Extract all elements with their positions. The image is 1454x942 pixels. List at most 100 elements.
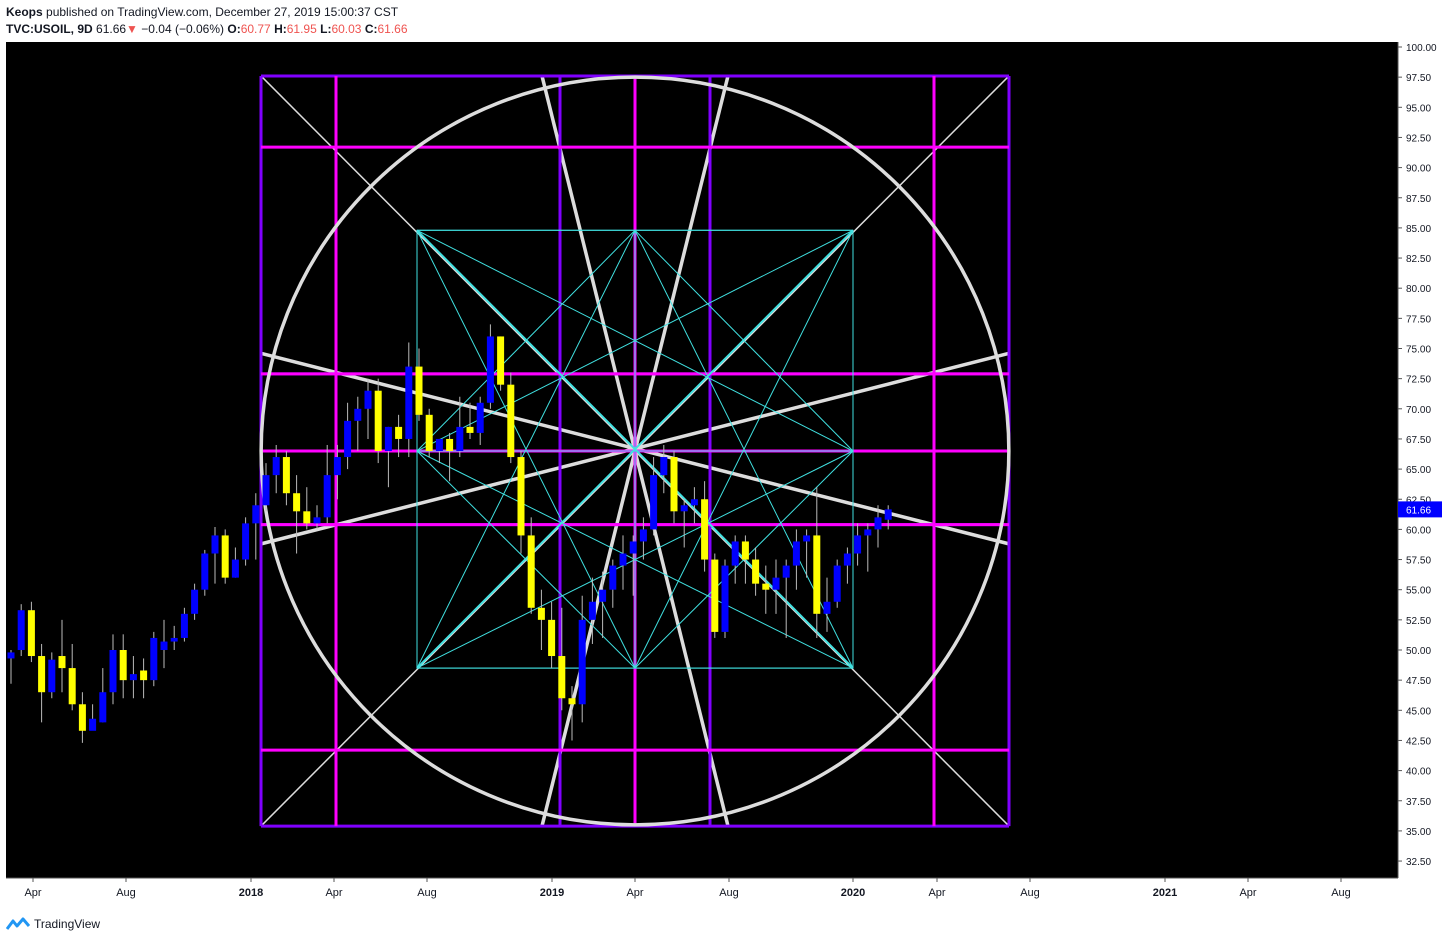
price-tick-label: 70.00 [1406,405,1431,416]
time-tick-label: Apr [626,887,643,899]
candle-body [619,553,627,566]
time-tick-label: Aug [1020,887,1040,899]
candle-body [813,535,821,614]
candle-body [680,505,688,512]
price-tick-label: 42.50 [1406,736,1431,747]
candle-body [221,535,229,578]
price-tick-label: 50.00 [1406,646,1431,657]
candle-body [874,517,882,530]
candle-body [854,535,862,554]
time-tick-label: Aug [1331,887,1351,899]
candle-body [17,610,25,650]
candle-body [425,414,433,452]
last-price-badge-label: 61.66 [1406,505,1431,516]
candle-body [466,426,474,433]
candle-body [180,613,188,638]
candle-body [48,659,56,693]
time-axis[interactable]: Apr Aug 2018 Apr Aug 2019 Apr Aug 2020 Apr Aug 2021… [6,877,1398,899]
candle-body [140,670,148,681]
candle-body [7,652,15,659]
price-tick-label: 57.50 [1406,556,1431,567]
candle-body [843,553,851,566]
candle-body [27,610,35,657]
candle-body [415,366,423,415]
candle-body [170,637,178,642]
candle-body [670,457,678,512]
candle-body [701,499,709,560]
candle-body [721,565,729,632]
price-tick-label: 92.50 [1406,133,1431,144]
time-tick-label: 2019 [540,887,564,899]
candle-body [476,402,484,433]
brand-name[interactable]: TradingView [34,917,100,931]
candle-body [282,457,290,494]
candle-body [599,589,607,602]
price-axis[interactable]: 100.00 97.50 95.00 92.50 90.00 87.50 85.00 82.5… [1397,42,1442,878]
candle-body [150,637,158,681]
price-tick-label: 47.50 [1406,676,1431,687]
candle-body [609,565,617,590]
candle-body [68,668,76,705]
candle-body [109,650,117,693]
time-tick-label: 2021 [1153,887,1177,899]
candle-body [803,535,811,542]
candle-body [537,607,545,620]
candle-body [262,475,270,506]
candle-body [833,565,841,602]
candle-body [690,499,698,506]
candle-body [864,529,872,536]
candle-body [548,619,556,657]
candle-body [527,535,535,608]
time-tick-label: Aug [719,887,739,899]
price-tick-label: 32.50 [1406,857,1431,868]
tradingview-logo-icon [6,917,30,930]
candle-body [711,559,719,632]
price-tick-label: 85.00 [1406,224,1431,235]
candle-body [191,589,199,614]
candle-body [293,493,301,512]
price-tick-label: 87.50 [1406,194,1431,205]
candle-body [119,650,127,681]
price-tick-label: 95.00 [1406,103,1431,114]
candle-body [272,457,280,476]
candle-body [507,384,515,458]
time-tick-label: Aug [417,887,437,899]
price-chart[interactable]: 100.00 97.50 95.00 92.50 90.00 87.50 85.00 82.5… [0,0,1454,942]
candle-body [58,656,66,669]
candle-body [558,656,566,699]
candle-body [395,426,403,439]
price-tick-label: 37.50 [1406,797,1431,808]
candle-body [588,601,596,620]
candle-body [741,541,749,560]
price-tick-label: 77.50 [1406,314,1431,325]
price-tick-label: 80.00 [1406,284,1431,295]
candle-body [99,692,107,723]
candle-body [752,559,760,584]
price-tick-label: 82.50 [1406,254,1431,265]
price-tick-label: 97.50 [1406,73,1431,84]
candle-body [252,505,260,524]
price-tick-label: 75.00 [1406,345,1431,356]
time-tick-label: 2018 [239,887,263,899]
candle-body [231,559,239,578]
candle-body [578,619,586,705]
price-tick-label: 45.00 [1406,706,1431,717]
geometric-overlay [259,74,1011,828]
candle-body [303,511,311,524]
price-tick-label: 52.50 [1406,616,1431,627]
candle-body [517,457,525,536]
candle-body [884,509,892,520]
time-tick-label: 2020 [841,887,865,899]
time-tick-label: Apr [325,887,342,899]
candle-body [629,541,637,554]
price-tick-label: 100.00 [1406,43,1437,54]
candle-body [731,541,739,566]
candle-body [211,535,219,554]
time-tick-label: Aug [116,887,136,899]
candle-body [364,390,372,409]
price-tick-label: 90.00 [1406,164,1431,175]
candle-body [762,583,770,590]
candle-body [650,475,658,530]
time-tick-label: Apr [928,887,945,899]
candle-body [456,426,464,452]
